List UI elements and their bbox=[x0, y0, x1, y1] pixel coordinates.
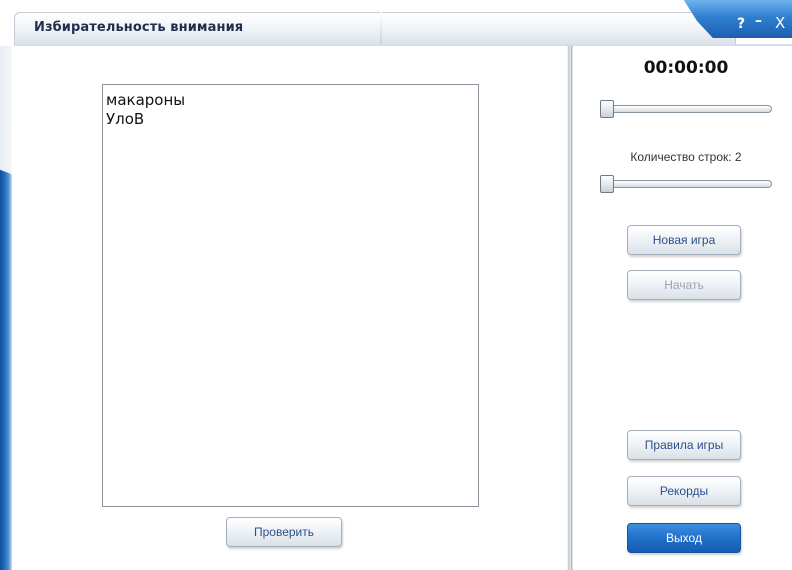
rows-count-label: Количество строк: 2 bbox=[630, 150, 742, 164]
title-separator bbox=[380, 12, 382, 44]
title-bar: Избирательность внимания ? – X bbox=[0, 0, 792, 46]
minimize-button[interactable]: – bbox=[755, 14, 762, 28]
window-title: Избирательность внимания bbox=[34, 20, 244, 35]
app-window: Избирательность внимания ? – X макароны … bbox=[0, 0, 792, 570]
game-text-area[interactable]: макароны УлоВ bbox=[102, 84, 479, 507]
rules-button[interactable]: Правила игры bbox=[627, 430, 741, 460]
panel-divider bbox=[567, 46, 573, 570]
rows-slider-thumb[interactable] bbox=[600, 175, 614, 193]
exit-button[interactable]: Выход bbox=[627, 523, 741, 553]
new-game-button[interactable]: Новая игра bbox=[627, 225, 741, 255]
rows-slider-track bbox=[600, 180, 772, 188]
help-button[interactable]: ? bbox=[737, 17, 745, 31]
close-button[interactable]: X bbox=[775, 16, 785, 31]
game-text-line: УлоВ bbox=[106, 110, 145, 128]
start-button[interactable]: Начать bbox=[627, 270, 741, 300]
records-button[interactable]: Рекорды bbox=[627, 476, 741, 506]
speed-slider[interactable] bbox=[600, 100, 772, 118]
check-button[interactable]: Проверить bbox=[226, 517, 342, 547]
game-text-line: макароны bbox=[106, 91, 186, 109]
speed-slider-track bbox=[600, 105, 772, 113]
timer-display: 00:00:00 bbox=[643, 58, 729, 78]
rows-slider[interactable] bbox=[600, 175, 772, 193]
speed-slider-thumb[interactable] bbox=[600, 100, 614, 118]
